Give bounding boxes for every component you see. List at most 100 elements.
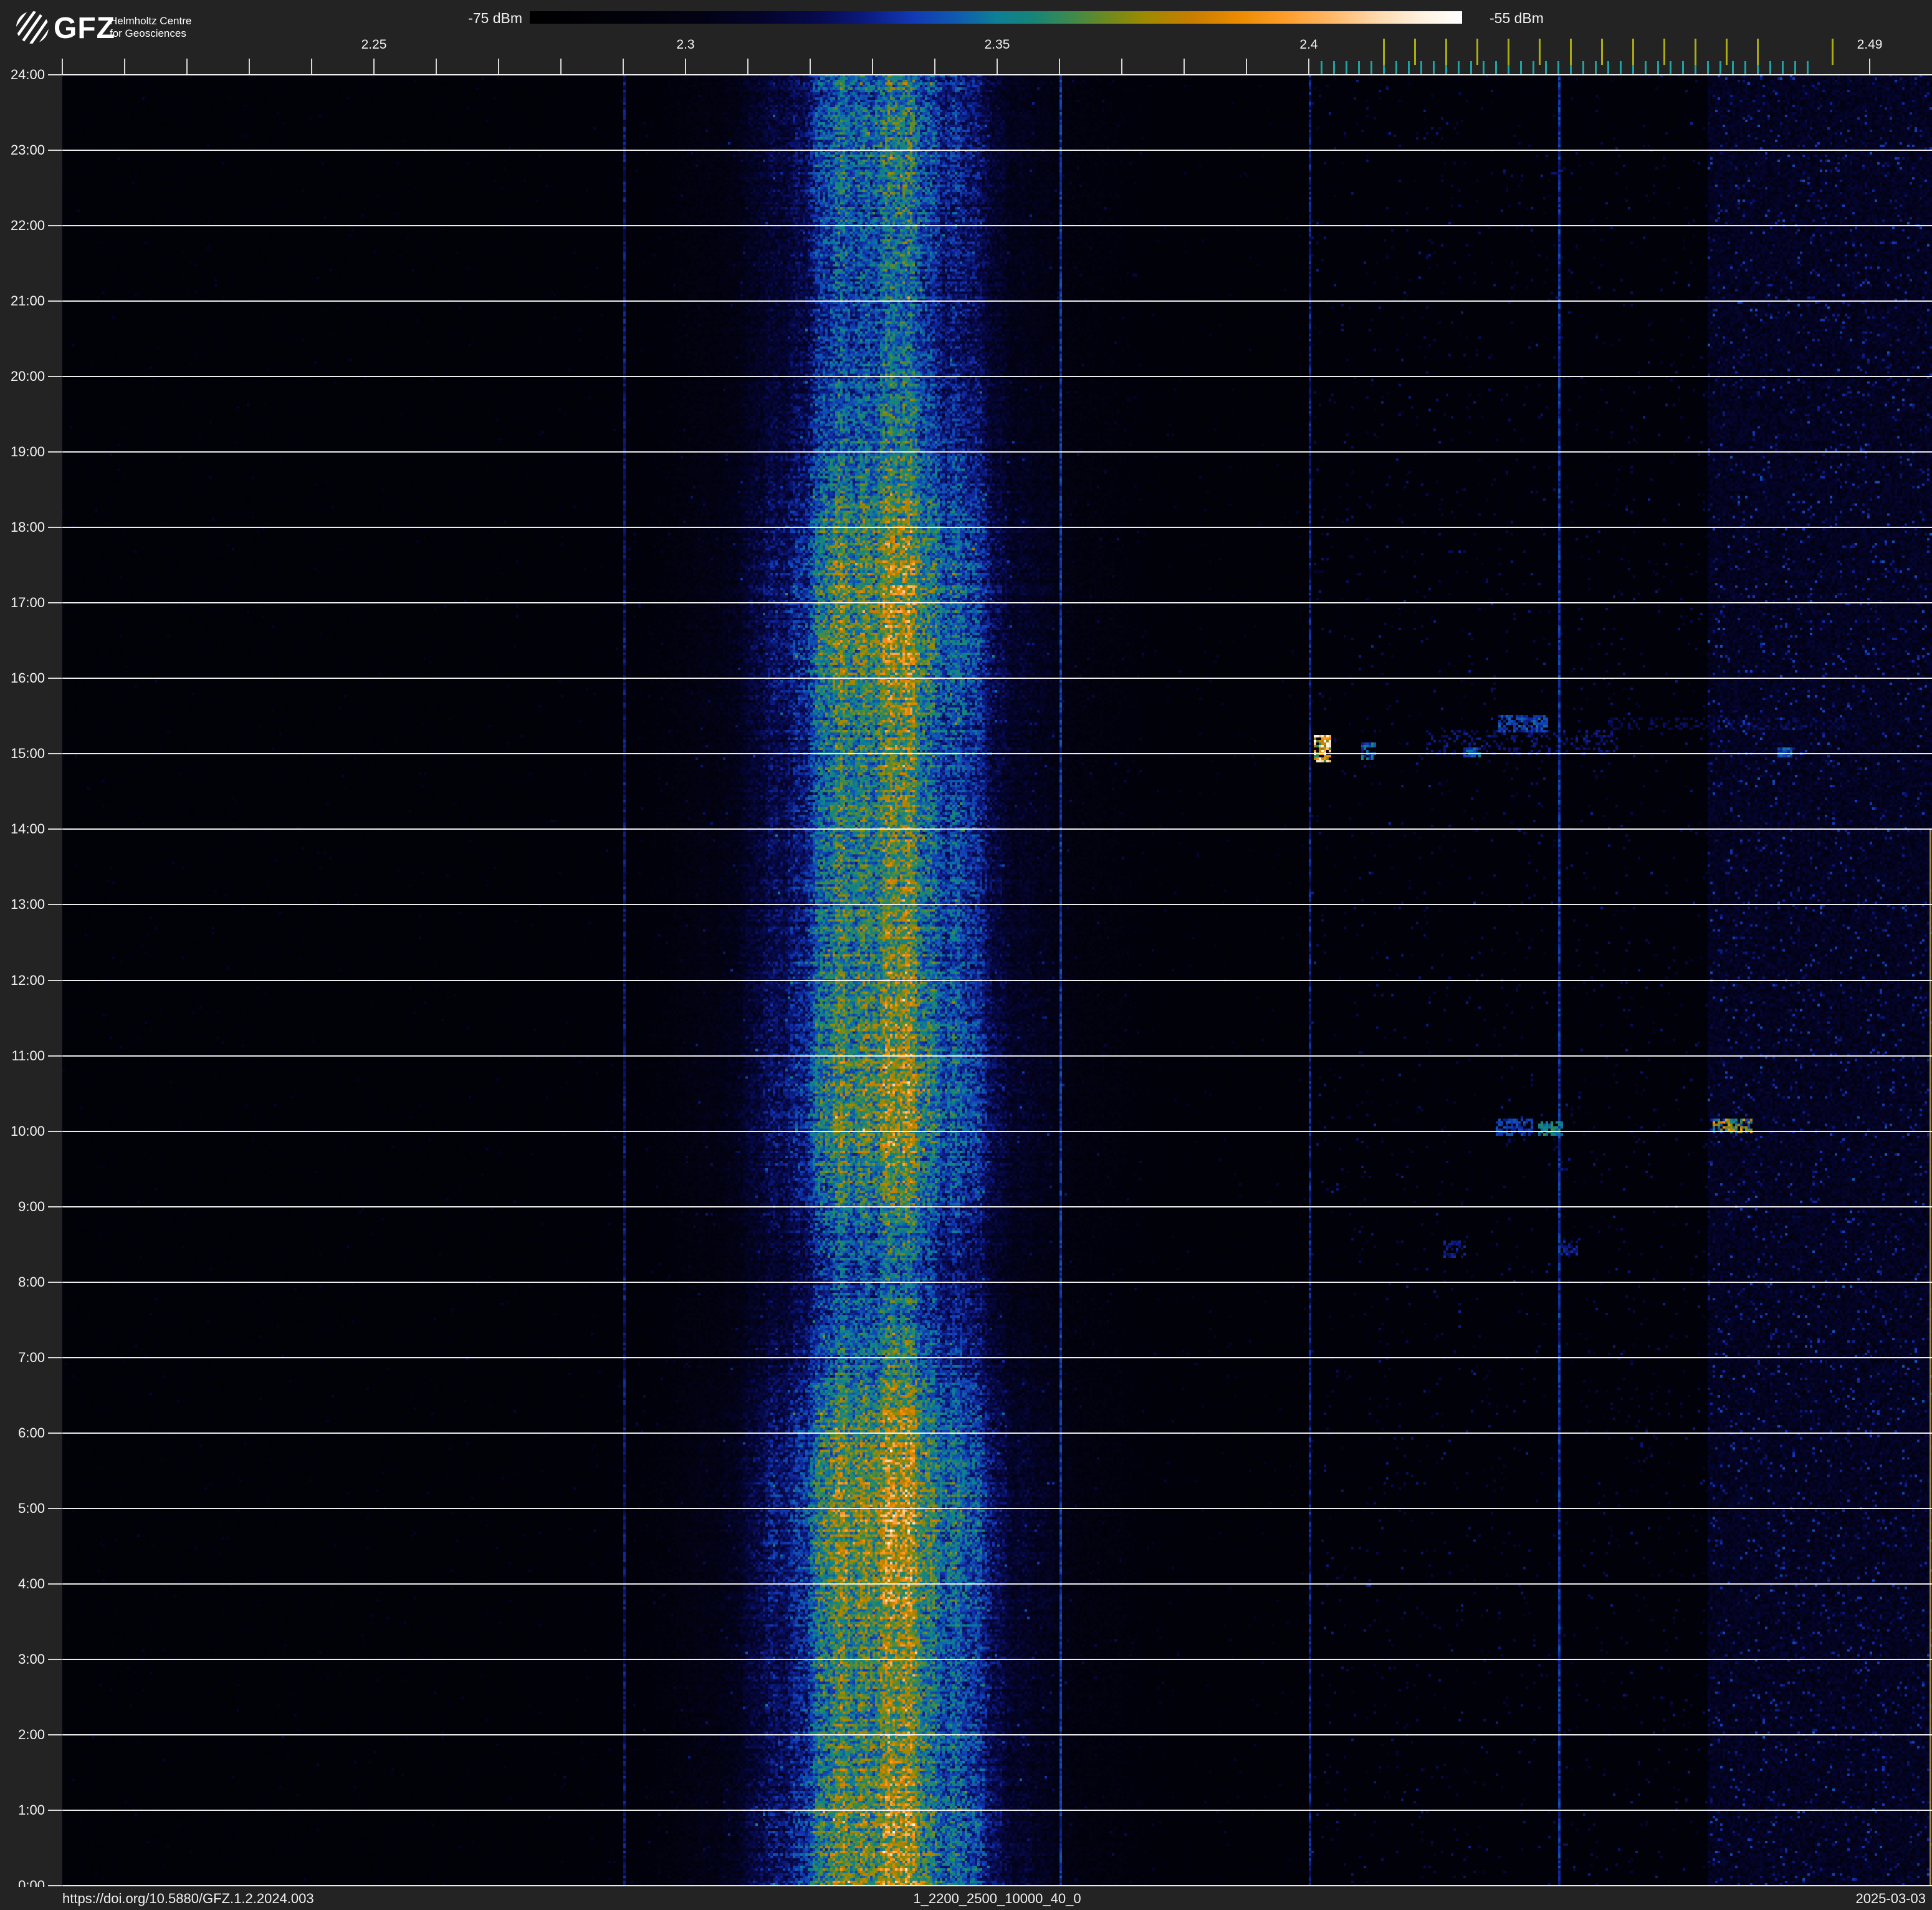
time-tick — [48, 1734, 62, 1735]
time-tick — [48, 1281, 62, 1283]
hour-gridline — [62, 678, 1932, 679]
frequency-tick — [311, 59, 312, 75]
time-tick — [48, 1583, 62, 1585]
bluetooth-channel-tick — [1495, 61, 1497, 75]
wifi-channel-tick — [1570, 39, 1572, 65]
date-label: 2025-03-03 — [1855, 1891, 1926, 1906]
bluetooth-channel-tick — [1657, 61, 1659, 75]
frequency-tick — [1246, 59, 1247, 75]
hour-gridline — [62, 1885, 1932, 1886]
frequency-tick — [436, 59, 437, 75]
time-label: 24:00 — [10, 67, 45, 82]
time-label: 17:00 — [10, 595, 45, 611]
wifi-channel-tick — [1414, 39, 1416, 65]
bluetooth-channel-tick — [1807, 61, 1809, 75]
time-label: 11:00 — [11, 1047, 45, 1063]
dataset-filename: 1_2200_2500_10000_40_0 — [913, 1891, 1081, 1906]
time-label: 20:00 — [10, 368, 45, 385]
bluetooth-channel-tick — [1595, 61, 1597, 75]
frequency-tick-label: 2.35 — [984, 37, 1010, 52]
spectrogram-page: GFZ Helmholtz Centre for Geosciences -75… — [0, 0, 1932, 1910]
wifi-channel-tick — [1663, 39, 1665, 65]
time-tick — [48, 979, 62, 981]
time-label: 19:00 — [10, 444, 45, 460]
hour-gridline — [62, 1583, 1932, 1585]
bluetooth-channel-tick — [1420, 61, 1422, 75]
frequency-tick-label: 2.25 — [361, 37, 387, 52]
bluetooth-channel-tick — [1358, 61, 1360, 75]
wifi-channel-tick — [1539, 39, 1541, 65]
bluetooth-channel-tick — [1744, 61, 1746, 75]
frequency-tick — [1121, 59, 1122, 75]
hour-gridline — [62, 1658, 1932, 1660]
time-tick — [48, 376, 62, 378]
time-tick — [48, 678, 62, 679]
bluetooth-channel-tick — [1645, 61, 1647, 75]
time-tick — [48, 1432, 62, 1434]
frequency-tick — [997, 59, 998, 75]
bluetooth-channel-tick — [1670, 61, 1671, 75]
bluetooth-channel-tick — [1707, 61, 1709, 75]
time-tick — [48, 1658, 62, 1660]
hour-gridline — [62, 225, 1932, 227]
frequency-tick — [934, 59, 935, 75]
time-tick — [48, 1885, 62, 1886]
hour-gridline — [62, 602, 1932, 604]
hour-gridline — [62, 74, 1932, 75]
hour-gridline — [62, 979, 1932, 981]
time-label: 6:00 — [18, 1424, 45, 1441]
bluetooth-channel-tick — [1545, 61, 1547, 75]
hour-gridline — [62, 1507, 1932, 1509]
hour-gridline — [62, 1432, 1932, 1434]
time-tick — [48, 602, 62, 604]
time-label: 21:00 — [10, 293, 45, 309]
frequency-tick — [498, 59, 499, 75]
time-label: 8:00 — [18, 1274, 45, 1290]
time-label: 14:00 — [10, 821, 45, 837]
bluetooth-channel-tick — [1370, 61, 1372, 75]
frequency-tick — [685, 59, 686, 75]
wifi-channel-tick — [1383, 39, 1385, 65]
bluetooth-channel-tick — [1719, 61, 1721, 75]
frequency-tick — [373, 59, 375, 75]
wifi-channel-tick — [1632, 39, 1634, 65]
time-label: 5:00 — [18, 1500, 45, 1516]
wifi-channel-tick — [1832, 39, 1834, 65]
hour-gridline — [62, 753, 1932, 755]
doi-link[interactable]: https://doi.org/10.5880/GFZ.1.2.2024.003 — [62, 1891, 314, 1907]
time-tick — [48, 828, 62, 830]
bluetooth-channel-tick — [1333, 61, 1335, 75]
hour-gridline — [62, 904, 1932, 906]
frequency-tick — [623, 59, 624, 75]
hour-gridline — [62, 300, 1932, 302]
frequency-tick — [1184, 59, 1185, 75]
wifi-channel-tick — [1695, 39, 1696, 65]
time-tick — [48, 1130, 62, 1132]
bluetooth-channel-tick — [1607, 61, 1609, 75]
time-label: 1:00 — [18, 1802, 45, 1818]
time-tick — [48, 904, 62, 906]
time-tick — [48, 225, 62, 227]
frequency-tick — [560, 59, 562, 75]
bluetooth-channel-tick — [1408, 61, 1410, 75]
time-tick — [48, 451, 62, 453]
bluetooth-channel-tick — [1582, 61, 1584, 75]
time-tick — [48, 753, 62, 755]
time-label: 10:00 — [10, 1123, 45, 1139]
time-label: 15:00 — [10, 746, 45, 762]
bluetooth-channel-tick — [1557, 61, 1559, 75]
frequency-tick-label: 2.4 — [1299, 37, 1318, 52]
time-label: 22:00 — [10, 218, 45, 234]
frequency-tick-label: 2.49 — [1857, 37, 1883, 52]
footer-bar: https://doi.org/10.5880/GFZ.1.2.2024.003… — [0, 1887, 1932, 1910]
colorbar-gradient — [530, 11, 1462, 24]
bluetooth-channel-tick — [1732, 61, 1734, 75]
bluetooth-channel-tick — [1794, 61, 1796, 75]
time-tick — [48, 1507, 62, 1509]
frequency-tick — [186, 59, 188, 75]
time-label: 18:00 — [10, 519, 45, 535]
colorbar-min-label: -75 dBm — [468, 10, 522, 26]
wifi-channel-tick — [1508, 39, 1509, 65]
bluetooth-channel-tick — [1520, 61, 1522, 75]
bluetooth-channel-tick — [1433, 61, 1435, 75]
